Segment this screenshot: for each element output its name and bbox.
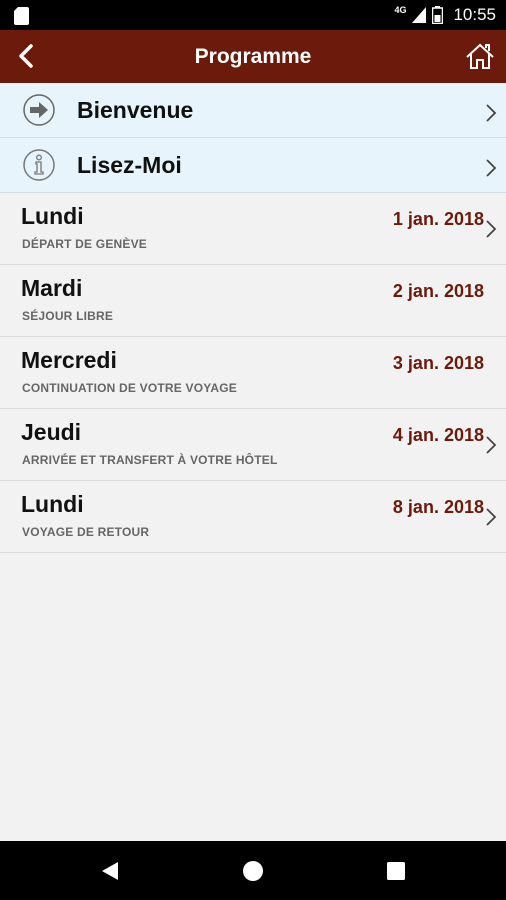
square-recents-icon xyxy=(387,862,405,880)
status-bar: 4G 10:55 xyxy=(0,0,506,30)
signal-icon xyxy=(412,7,427,23)
day-subtitle: SÉJOUR LIBRE xyxy=(22,309,114,323)
battery-icon xyxy=(432,6,444,24)
day-name: Mercredi xyxy=(21,347,117,373)
day-row[interactable]: Mardi SÉJOUR LIBRE 2 jan. 2018 xyxy=(0,265,506,337)
day-subtitle: CONTINUATION DE VOTRE VOYAGE xyxy=(22,381,237,395)
arrow-right-circle-icon xyxy=(23,94,55,126)
day-row[interactable]: Lundi DÉPART DE GENÈVE 1 jan. 2018 xyxy=(0,193,506,265)
app-bar: Programme xyxy=(0,30,506,83)
nav-recents-button[interactable] xyxy=(380,855,412,887)
readme-link[interactable]: Lisez-Moi xyxy=(0,138,506,193)
network-type: 4G xyxy=(394,5,407,15)
triangle-back-icon xyxy=(102,862,118,880)
page-title: Programme xyxy=(194,45,312,68)
day-name: Lundi xyxy=(21,491,84,517)
chevron-left-icon xyxy=(19,44,33,68)
chevron-right-icon xyxy=(486,104,497,122)
link-label: Bienvenue xyxy=(77,97,194,123)
day-name: Lundi xyxy=(21,203,84,229)
circle-home-icon xyxy=(243,861,263,881)
home-icon xyxy=(466,43,494,69)
programme-list: Bienvenue Lisez-Moi Lundi DÉPART DE GENÈ… xyxy=(0,83,506,553)
day-subtitle: DÉPART DE GENÈVE xyxy=(22,237,147,251)
day-date: 3 jan. 2018 xyxy=(392,353,484,373)
home-button[interactable] xyxy=(460,36,500,76)
welcome-link[interactable]: Bienvenue xyxy=(0,83,506,138)
chevron-right-icon xyxy=(486,159,497,177)
sim-card-icon xyxy=(14,7,29,25)
day-name: Jeudi xyxy=(21,419,82,445)
day-date: 2 jan. 2018 xyxy=(392,281,484,301)
nav-home-button[interactable] xyxy=(237,855,269,887)
back-button[interactable] xyxy=(6,36,46,76)
info-circle-icon xyxy=(23,149,55,181)
day-subtitle: VOYAGE DE RETOUR xyxy=(22,525,150,539)
chevron-right-icon xyxy=(486,436,497,454)
day-row[interactable]: Jeudi ARRIVÉE ET TRANSFERT À VOTRE HÔTEL… xyxy=(0,409,506,481)
day-date: 1 jan. 2018 xyxy=(392,209,484,229)
day-row[interactable]: Lundi VOYAGE DE RETOUR 8 jan. 2018 xyxy=(0,481,506,553)
day-date: 8 jan. 2018 xyxy=(392,497,484,517)
system-nav-bar xyxy=(0,841,506,900)
chevron-right-icon xyxy=(486,508,497,526)
nav-back-button[interactable] xyxy=(94,855,126,887)
day-row[interactable]: Mercredi CONTINUATION DE VOTRE VOYAGE 3 … xyxy=(0,337,506,409)
day-name: Mardi xyxy=(21,275,83,301)
clock: 10:55 xyxy=(453,5,496,24)
day-subtitle: ARRIVÉE ET TRANSFERT À VOTRE HÔTEL xyxy=(22,453,278,467)
link-label: Lisez-Moi xyxy=(77,152,182,178)
day-date: 4 jan. 2018 xyxy=(392,425,484,445)
chevron-right-icon xyxy=(486,220,497,238)
